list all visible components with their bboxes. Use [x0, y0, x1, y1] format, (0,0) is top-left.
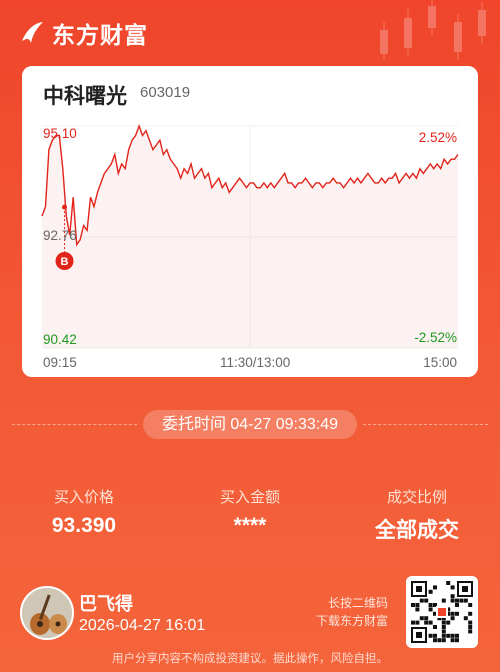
divider-right	[363, 424, 488, 425]
guitar-icon	[22, 588, 72, 638]
stat-label: 成交比例	[386, 489, 447, 506]
footer-disclaimer: 用户分享内容不构成投资建议。据此操作，风险自担。	[112, 653, 388, 665]
qr-hint-line1: 长按二维码	[327, 596, 388, 610]
y-axis-top-pct: 2.52%	[418, 130, 457, 145]
stat-value: 93.390	[51, 514, 117, 537]
stat-buy-amount: 买入金额 ****	[180, 486, 320, 538]
share-datetime: 2026-04-27 16:01	[79, 617, 206, 634]
buy-marker-label: B	[61, 256, 69, 268]
download-qr-code[interactable]	[406, 576, 478, 648]
brand-name: 东方财富	[52, 22, 148, 48]
qr-code-icon	[411, 581, 473, 643]
order-time-pill: 委托时间 04-27 09:33:49	[143, 410, 357, 439]
stat-value: 全部成交	[375, 519, 459, 542]
app-header: 东方财富	[0, 0, 500, 66]
x-axis-close-time: 15:00	[423, 355, 457, 370]
user-name: 巴飞得	[79, 594, 133, 614]
divider-left	[12, 424, 137, 425]
buy-point-dot	[62, 204, 68, 210]
x-axis-midday-time: 11:30/13:00	[220, 355, 291, 370]
x-axis-open-time: 09:15	[43, 355, 77, 370]
stat-value: ****	[233, 514, 267, 537]
user-avatar[interactable]	[20, 586, 74, 640]
y-axis-mid-price: 92.76	[43, 228, 77, 243]
stat-buy-price: 买入价格 93.390	[14, 486, 154, 538]
stat-label: 买入价格	[53, 489, 114, 506]
qr-hint: 长按二维码 下载东方财富	[316, 594, 388, 630]
intraday-chart: B	[41, 123, 459, 349]
candlestick-decoration	[380, 0, 486, 60]
brand-logo-icon	[22, 22, 43, 43]
stat-label: 买入金额	[219, 489, 280, 506]
brand-logo: 东方财富	[18, 16, 148, 50]
y-axis-bottom-price: 90.42	[43, 332, 77, 347]
stock-chart-card: 中科曙光 603019 B 95.10 92.76 90.42 2.52% -2…	[22, 66, 478, 377]
y-axis-top-price: 95.10	[43, 126, 77, 141]
qr-hint-line2: 下载东方财富	[315, 614, 388, 628]
y-axis-bottom-pct: -2.52%	[414, 330, 457, 345]
stat-fill-ratio: 成交比例 全部成交	[347, 486, 487, 544]
